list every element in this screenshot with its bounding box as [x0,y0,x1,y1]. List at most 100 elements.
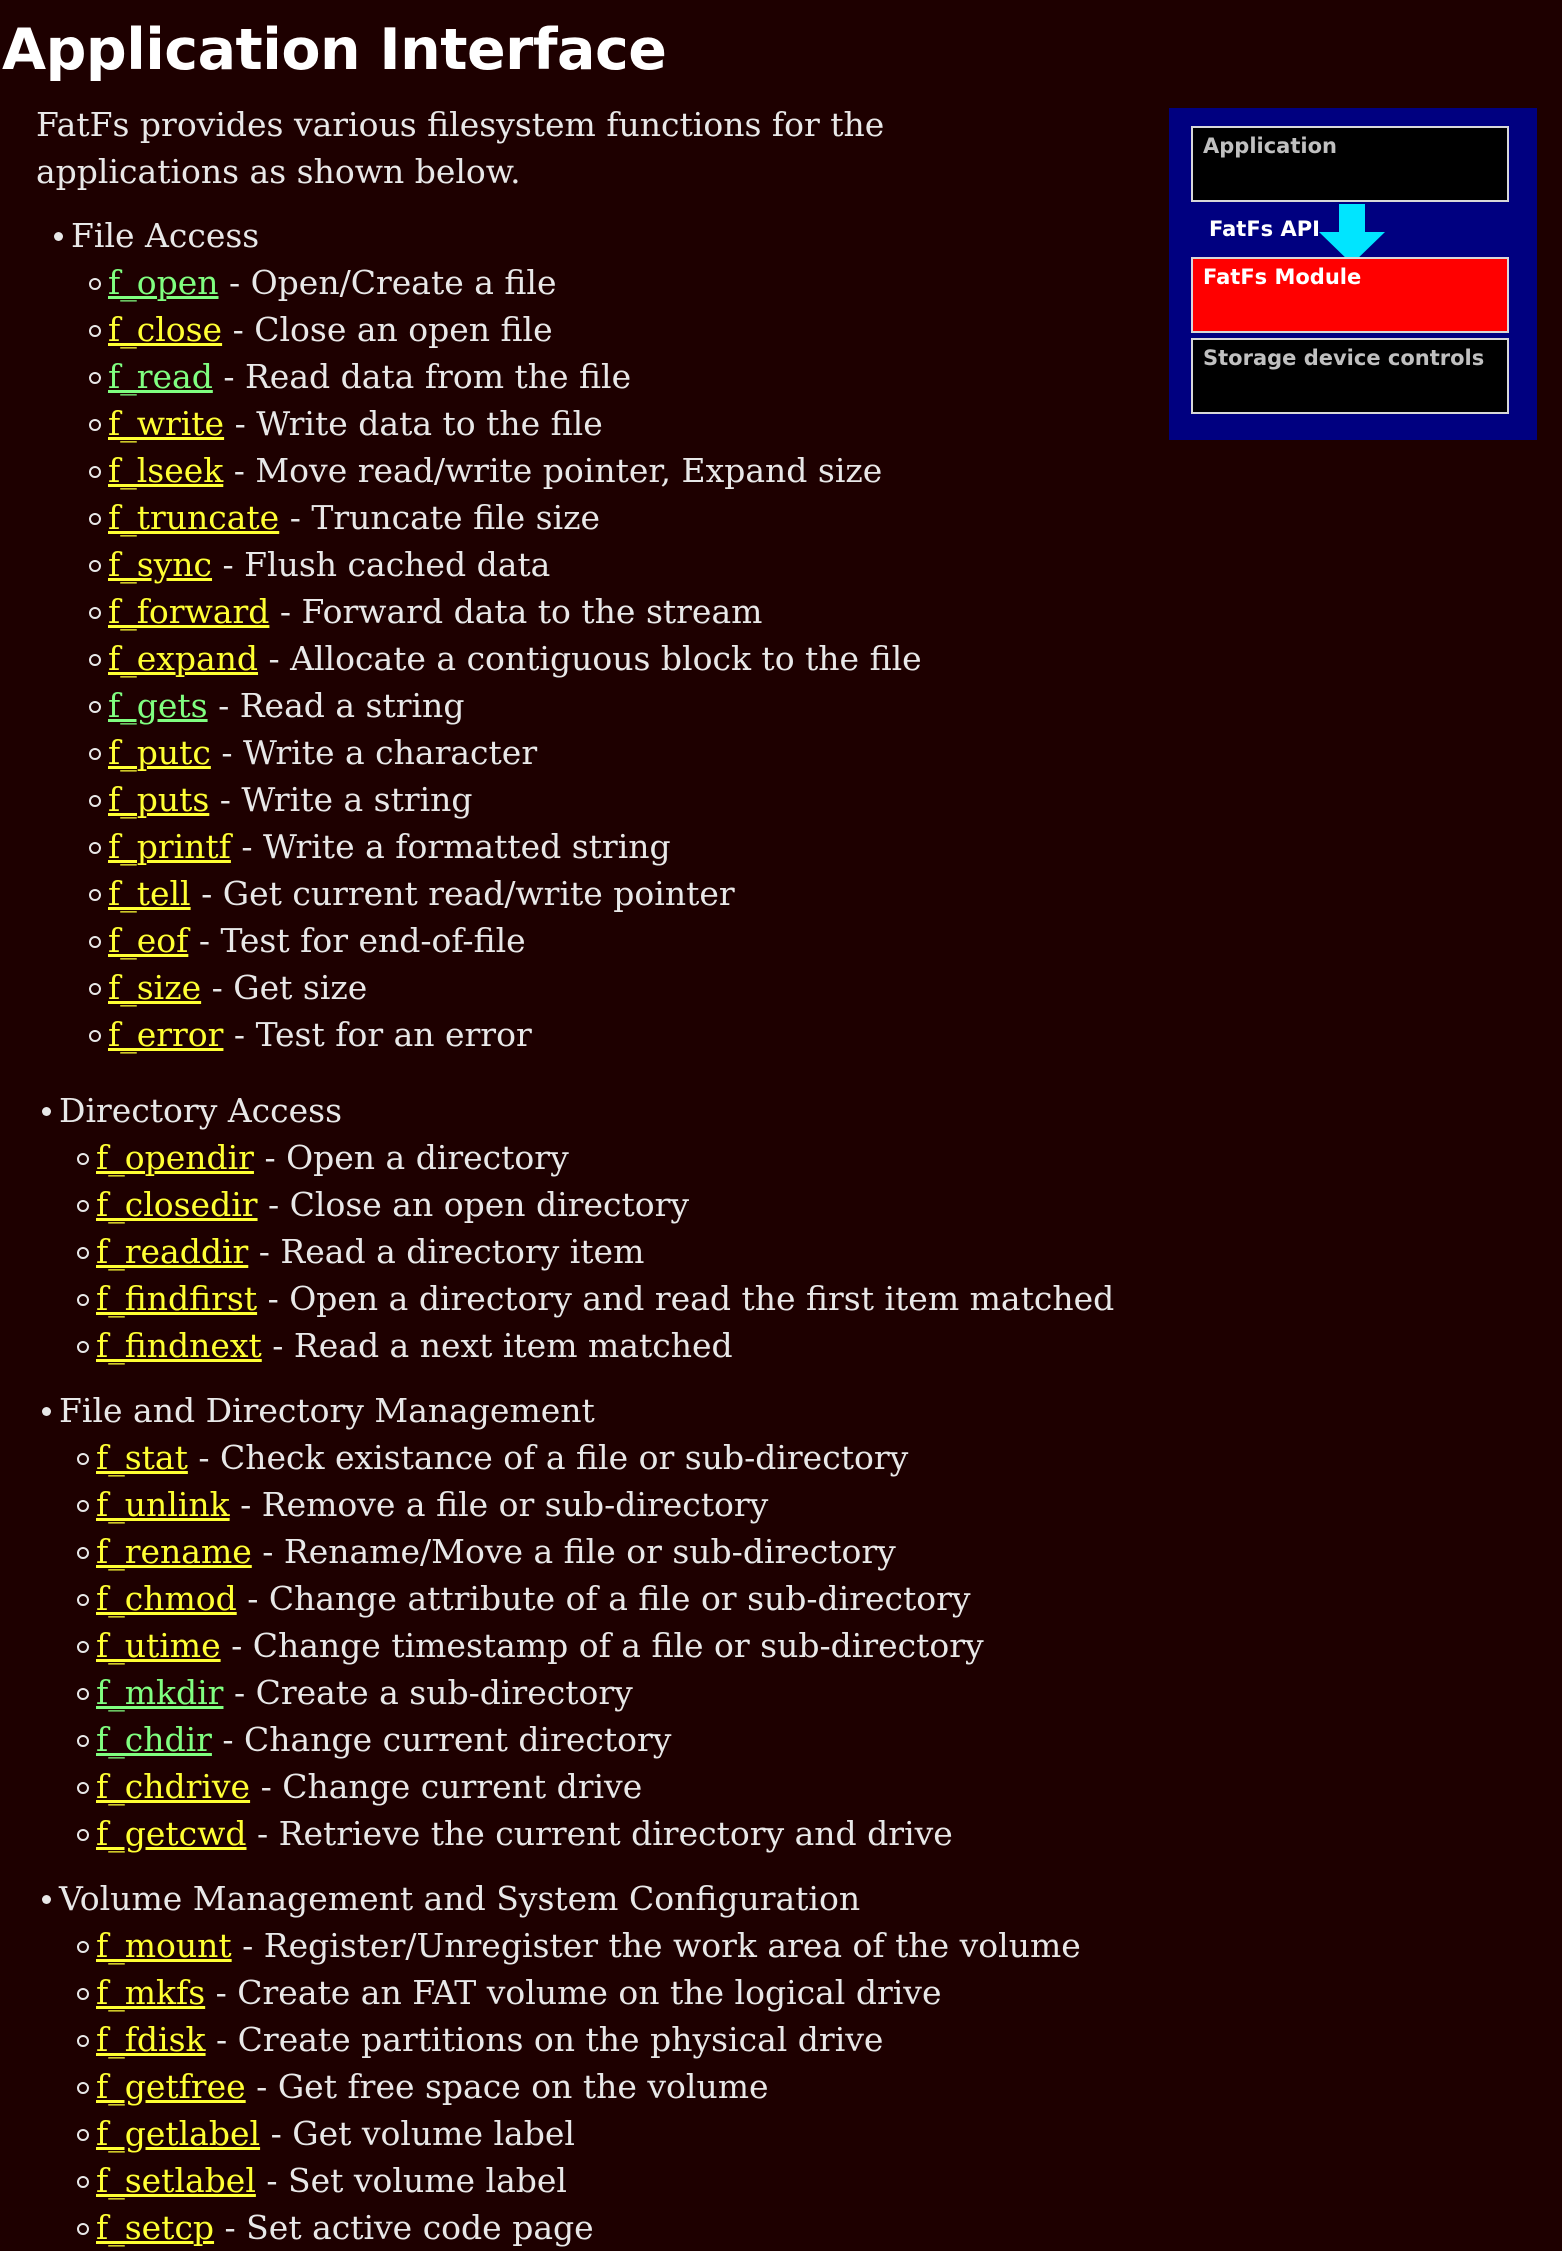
function-link[interactable]: f_error [108,1015,223,1054]
list-item: f_printf - Write a formatted string [89,823,922,870]
function-link[interactable]: f_getfree [96,2067,246,2106]
list-item: f_opendir - Open a directory [76,1134,1114,1181]
function-description: - Create an FAT volume on the logical dr… [205,1973,942,2012]
function-link[interactable]: f_setlabel [96,2161,256,2200]
list-item: f_forward - Forward data to the stream [89,588,922,635]
function-link[interactable]: f_utime [96,1626,221,1665]
section-volume-management: Volume Management and System Configurati… [42,1875,1081,2251]
list-item: f_write - Write data to the file [89,400,922,447]
function-list: f_stat - Check existance of a file or su… [77,1434,984,1857]
function-link[interactable]: f_mount [96,1926,232,1965]
function-description: - Allocate a contiguous block to the fil… [258,639,922,678]
list-item: f_eof - Test for end-of-file [89,917,922,964]
function-link[interactable]: f_putc [108,733,211,772]
function-link[interactable]: f_open [108,263,219,302]
function-link[interactable]: f_stat [96,1438,188,1477]
function-description: - Read a next item matched [261,1326,733,1365]
function-description: - Read a string [207,686,465,725]
arrow-down-icon [1319,204,1385,264]
function-description: - Set volume label [255,2161,567,2200]
function-link[interactable]: f_readdir [96,1232,248,1271]
list-item: f_chdir - Change current directory [77,1716,984,1763]
function-link[interactable]: f_findfirst [96,1279,257,1318]
function-description: - Move read/write pointer, Expand size [223,451,883,490]
function-description: - Test for an error [223,1015,532,1054]
list-item: f_close - Close an open file [89,306,922,353]
function-link[interactable]: f_opendir [96,1138,254,1177]
function-link[interactable]: f_findnext [96,1326,262,1365]
function-link[interactable]: f_rename [96,1532,252,1571]
list-item: f_error - Test for an error [89,1011,922,1058]
function-link[interactable]: f_chdrive [96,1767,250,1806]
function-link[interactable]: f_tell [108,874,191,913]
function-link[interactable]: f_fdisk [96,2020,206,2059]
list-item: f_lseek - Move read/write pointer, Expan… [89,447,922,494]
function-link[interactable]: f_sync [108,545,212,584]
list-item: f_expand - Allocate a contiguous block t… [89,635,922,682]
list-item: f_closedir - Close an open directory [76,1181,1114,1228]
list-item: f_chdrive - Change current drive [77,1763,984,1810]
list-item: f_chmod - Change attribute of a file or … [77,1575,984,1622]
list-item: f_stat - Check existance of a file or su… [77,1434,984,1481]
function-description: - Get volume label [260,2114,575,2153]
function-description: - Change current directory [211,1720,672,1759]
list-item: f_open - Open/Create a file [89,259,922,306]
function-link[interactable]: f_truncate [108,498,279,537]
intro-paragraph: FatFs provides various filesystem functi… [36,105,885,191]
function-link[interactable]: f_close [108,310,222,349]
function-link[interactable]: f_puts [108,780,209,819]
list-item: f_findnext - Read a next item matched [76,1322,1114,1369]
layer-diagram: Application FatFs API FatFs Module Stora… [1169,108,1537,440]
function-link[interactable]: f_getlabel [96,2114,260,2153]
function-link[interactable]: f_unlink [96,1485,230,1524]
function-description: - Write a string [209,780,473,819]
function-description: - Set active code page [214,2208,594,2247]
function-link[interactable]: f_chmod [96,1579,237,1618]
diagram-storage-box: Storage device controls [1191,338,1509,414]
list-item: f_findfirst - Open a directory and read … [76,1275,1114,1322]
function-description: - Close an open file [222,310,553,349]
function-link[interactable]: f_mkdir [96,1673,223,1712]
section-heading: File Access [54,212,922,259]
function-description: - Get size [201,968,368,1007]
list-item: f_putc - Write a character [89,729,922,776]
function-description: - Flush cached data [212,545,551,584]
list-item: f_gets - Read a string [89,682,922,729]
function-link[interactable]: f_printf [108,827,231,866]
function-link[interactable]: f_forward [108,592,269,631]
function-description: - Test for end-of-file [188,921,526,960]
function-description: - Open/Create a file [218,263,557,302]
function-link[interactable]: f_expand [108,639,258,678]
function-link[interactable]: f_eof [108,921,188,960]
function-description: - Get current read/write pointer [190,874,735,913]
function-link[interactable]: f_mkfs [96,1973,205,2012]
function-link[interactable]: f_gets [108,686,208,725]
function-link[interactable]: f_getcwd [96,1814,246,1853]
section-directory-access: Directory Access f_opendir - Open a dire… [41,1087,1114,1369]
list-item: f_sync - Flush cached data [89,541,922,588]
list-item: f_readdir - Read a directory item [76,1228,1114,1275]
function-description: - Truncate file size [279,498,601,537]
function-link[interactable]: f_size [108,968,201,1007]
list-item: f_setlabel - Set volume label [77,2157,1081,2204]
list-item: f_utime - Change timestamp of a file or … [77,1622,984,1669]
list-item: f_mkfs - Create an FAT volume on the log… [77,1969,1081,2016]
list-item: f_setcp - Set active code page [77,2204,1081,2251]
function-link[interactable]: f_lseek [108,451,223,490]
list-item: f_tell - Get current read/write pointer [89,870,922,917]
function-description: - Write a character [210,733,538,772]
list-item: f_mkdir - Create a sub-directory [77,1669,984,1716]
list-item: f_getcwd - Retrieve the current director… [77,1810,984,1857]
list-item: f_mount - Register/Unregister the work a… [77,1922,1081,1969]
function-link[interactable]: f_closedir [96,1185,258,1224]
function-description: - Check existance of a file or sub-direc… [187,1438,909,1477]
list-item: f_read - Read data from the file [89,353,922,400]
function-description: - Close an open directory [257,1185,689,1224]
function-link[interactable]: f_setcp [96,2208,214,2247]
section-file-directory-management: File and Directory Management f_stat - C… [42,1387,984,1857]
function-description: - Rename/Move a file or sub-directory [251,1532,896,1571]
function-link[interactable]: f_chdir [96,1720,212,1759]
function-link[interactable]: f_read [108,357,213,396]
function-link[interactable]: f_write [108,404,224,443]
section-heading: Directory Access [41,1087,1114,1134]
